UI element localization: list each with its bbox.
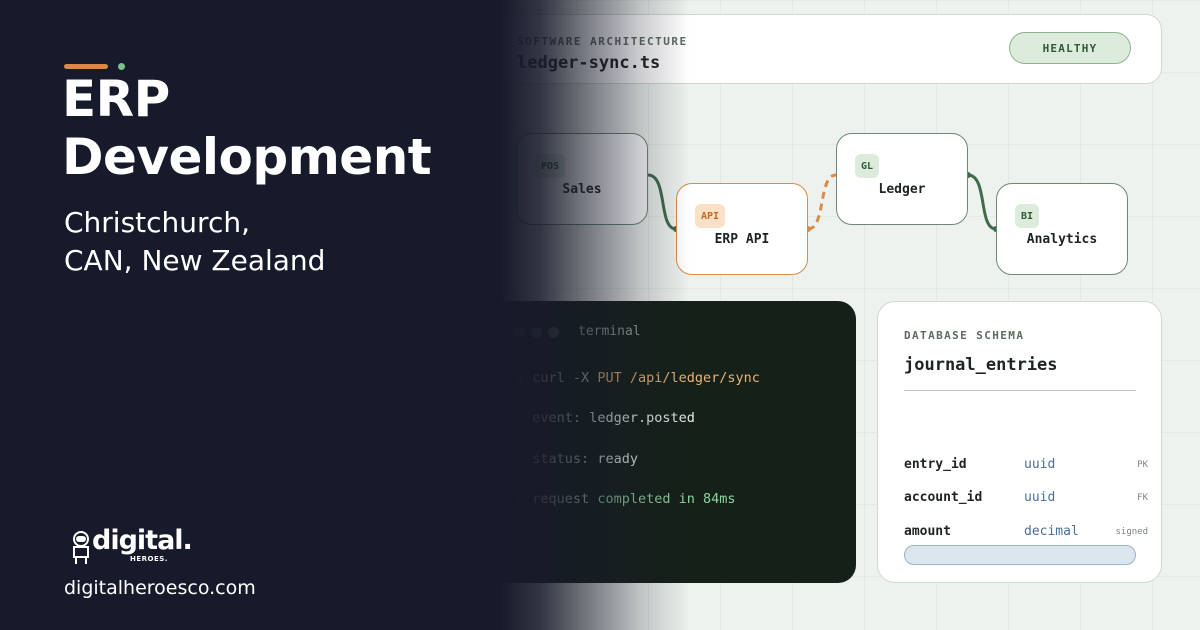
accent-dot [118, 63, 125, 70]
terminal-value: ledger.posted [589, 410, 695, 426]
location-line: CAN, New Zealand [64, 244, 326, 277]
page-title-line: ERP [62, 70, 170, 128]
location-text: Christchurch, CAN, New Zealand [64, 204, 325, 280]
schema-type: uuid [1024, 457, 1056, 472]
accent-bar [64, 64, 108, 69]
terminal-prompt: $ [516, 370, 525, 386]
node-label: Analytics [1026, 232, 1098, 247]
schema-type: decimal [1024, 524, 1079, 539]
schema-table-name: journal_entries [904, 355, 1058, 375]
terminal-line: $ curl -X PUT /api/ledger/sync [516, 370, 760, 386]
terminal-line: → event: ledger.posted [516, 410, 695, 426]
schema-row: amount decimal signed [904, 524, 1148, 544]
schema-row: account_id uuid FK [904, 490, 1148, 510]
terminal-result: completed in 84ms [597, 491, 736, 507]
connector-ledger-analytics [967, 173, 997, 231]
schema-field: entry_id [904, 457, 967, 472]
connector-api-ledger [807, 173, 837, 231]
schema-key: signed [1115, 527, 1148, 537]
location-line: Christchurch, [64, 206, 250, 239]
logo-wordmark: digital. [92, 525, 193, 556]
page-title: ERP Development [62, 70, 432, 186]
terminal-key: request [532, 491, 598, 507]
schema-type: uuid [1024, 490, 1056, 505]
database-schema-card: DATABASE SCHEMA journal_entries entry_id… [877, 301, 1162, 583]
schema-field: account_id [904, 490, 983, 505]
connector-sales-api [647, 173, 677, 231]
node-label: Ledger [878, 182, 926, 197]
schema-row: entry_id uuid PK [904, 457, 1148, 477]
astronaut-icon [73, 531, 89, 564]
terminal-window: terminal $ curl -X PUT /api/ledger/sync … [488, 301, 856, 583]
node-label: Sales [562, 182, 602, 197]
window-dot-icon [548, 327, 559, 338]
node-erp-api[interactable]: API ERP API [676, 183, 808, 275]
terminal-title: terminal [578, 324, 641, 339]
window-dot-icon [514, 327, 525, 338]
schema-divider [904, 390, 1136, 391]
node-tag: API [695, 204, 726, 228]
terminal-line: → status: ready [516, 451, 638, 467]
node-sales[interactable]: POS Sales [516, 133, 648, 225]
node-tag: BI [1015, 204, 1040, 228]
terminal-arrow-icon: → [516, 451, 525, 467]
node-tag: POS [535, 154, 566, 178]
schema-key: PK [1137, 460, 1148, 470]
terminal-arrow-icon: → [516, 410, 525, 426]
terminal-line: / request completed in 84ms [516, 491, 735, 507]
window-dot-icon [531, 327, 542, 338]
terminal-key: status: [532, 451, 598, 467]
page-title-line: Development [62, 128, 432, 186]
terminal-comment: / [516, 491, 525, 507]
schema-overline: DATABASE SCHEMA [904, 329, 1025, 342]
schema-highlight-bar [904, 545, 1136, 565]
terminal-key: event: [532, 410, 590, 426]
schema-key: FK [1137, 493, 1148, 503]
brand-logo[interactable]: digital. HEROES. [70, 525, 210, 569]
node-analytics[interactable]: BI Analytics [996, 183, 1128, 275]
terminal-value: ready [597, 451, 638, 467]
node-tag: GL [855, 154, 880, 178]
terminal-command: curl -X [532, 370, 598, 386]
terminal-endpoint: PUT /api/ledger/sync [597, 370, 760, 386]
logo-subtext: HEROES. [130, 555, 168, 563]
schema-field: amount [904, 524, 951, 539]
website-link[interactable]: digitalheroesco.com [64, 577, 256, 599]
node-ledger[interactable]: GL Ledger [836, 133, 968, 225]
node-label: ERP API [714, 232, 770, 247]
